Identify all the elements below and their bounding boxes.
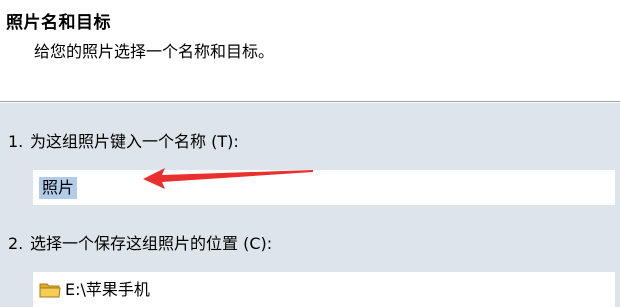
photo-name-input[interactable]: 照片	[33, 170, 615, 205]
red-arrow-annotation	[143, 168, 313, 189]
page-subtitle: 给您的照片选择一个名称和目标。	[34, 42, 275, 61]
save-location-field[interactable]: E:\苹果手机	[33, 272, 615, 307]
save-location-path: E:\苹果手机	[65, 280, 150, 299]
step1-accel: (T):	[211, 132, 239, 151]
step1-label: 1. 为这组照片键入一个名称 (T):	[8, 128, 239, 152]
step2-accel: (C):	[243, 234, 273, 253]
page-title: 照片名和目标	[6, 13, 111, 33]
wizard-header: 照片名和目标 给您的照片选择一个名称和目标。	[0, 0, 620, 100]
step2-label: 2. 选择一个保存这组照片的位置 (C):	[8, 230, 272, 254]
step2-number: 2.	[8, 234, 24, 253]
photo-name-value[interactable]: 照片	[39, 177, 78, 199]
step1-number: 1.	[8, 132, 24, 151]
step1-text: 为这组照片键入一个名称	[30, 132, 207, 151]
step2-text: 选择一个保存这组照片的位置	[30, 234, 239, 253]
folder-icon	[39, 283, 61, 298]
